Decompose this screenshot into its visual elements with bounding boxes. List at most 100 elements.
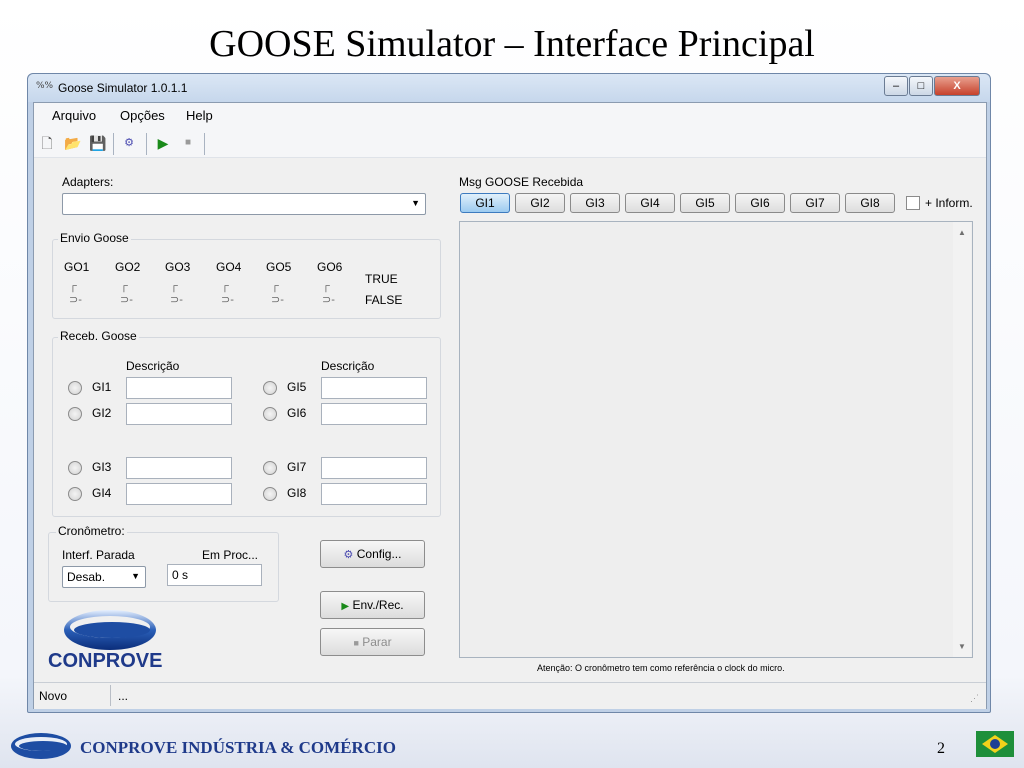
gi7-description-input[interactable] [321, 457, 427, 479]
gi1-indicator [68, 381, 82, 395]
adapters-label: Adapters: [62, 175, 114, 189]
scroll-up-icon[interactable]: ▲ [958, 228, 966, 237]
menu-help[interactable]: Help [186, 108, 213, 123]
tab-gi8[interactable]: GI8 [845, 193, 895, 213]
msg-scrollbar[interactable]: ▲ ▼ [953, 222, 971, 657]
gi5-label: GI5 [287, 380, 307, 394]
maximize-button[interactable]: □ [909, 76, 933, 96]
tab-gi4[interactable]: GI4 [625, 193, 675, 213]
slide-title: GOOSE Simulator – Interface Principal [209, 23, 815, 65]
stop-icon: ■ [353, 638, 359, 648]
minimize-button[interactable]: – [884, 76, 908, 96]
gi1-description-input[interactable] [126, 377, 232, 399]
tab-gi6[interactable]: GI6 [735, 193, 785, 213]
play-icon[interactable]: ▶ [154, 134, 172, 152]
go5-label: GO5 [266, 260, 292, 274]
gi3-description-input[interactable] [126, 457, 232, 479]
go6-toggle[interactable]: ┌ ⊃- [322, 279, 342, 306]
menu-opcoes[interactable]: Opções [120, 108, 165, 123]
gi2-indicator [68, 407, 82, 421]
descricao-header-left: Descrição [126, 359, 180, 373]
go2-label: GO2 [115, 260, 141, 274]
gi8-indicator [263, 487, 277, 501]
go1-toggle[interactable]: ┌ ⊃- [69, 279, 89, 306]
parar-button[interactable]: ■ Parar [320, 628, 425, 656]
em-proc-label: Em Proc... [202, 548, 259, 562]
go4-toggle[interactable]: ┌ ⊃- [221, 279, 241, 306]
true-label: TRUE [365, 272, 398, 286]
gi2-label: GI2 [92, 406, 112, 420]
gi6-indicator [263, 407, 277, 421]
msg-content-area[interactable]: ▲ ▼ [459, 221, 973, 658]
go3-toggle[interactable]: ┌ ⊃- [170, 279, 190, 306]
toolbar-separator [204, 133, 205, 155]
stop-icon[interactable]: ■ [179, 134, 197, 152]
menu-arquivo[interactable]: Arquivo [52, 108, 96, 123]
em-proc-field: 0 s [167, 564, 262, 586]
gi3-indicator [68, 461, 82, 475]
status-divider [110, 685, 111, 706]
close-button[interactable]: X [934, 76, 980, 96]
tab-gi7[interactable]: GI7 [790, 193, 840, 213]
gi4-indicator [68, 487, 82, 501]
cronometro-title: Cronômetro: [56, 524, 127, 538]
save-icon[interactable]: 💾 [89, 134, 107, 152]
network-icon[interactable]: ⚙ [120, 134, 138, 152]
footer-logo-graphic [11, 733, 71, 759]
go4-label: GO4 [216, 260, 242, 274]
gi6-label: GI6 [287, 406, 307, 420]
status-left: Novo [39, 689, 68, 703]
window-title: Goose Simulator 1.0.1.1 [58, 81, 188, 95]
client-area: Arquivo Opções Help 🗋 📂 💾 ⚙ ▶ ■ Adapters… [33, 102, 987, 709]
toolbar-separator [146, 133, 147, 155]
more-info-label: + Inform. [925, 196, 973, 210]
adapters-dropdown[interactable]: ▼ [62, 193, 426, 215]
gi2-description-input[interactable] [126, 403, 232, 425]
resize-grip-icon[interactable]: ⋰ [970, 693, 979, 704]
chronometer-note: Atenção: O cronômetro tem como referênci… [537, 663, 785, 673]
gi6-description-input[interactable] [321, 403, 427, 425]
status-bar: Novo ... ⋰ [34, 682, 986, 709]
go3-label: GO3 [165, 260, 191, 274]
chevron-down-icon: ▼ [131, 571, 140, 581]
interf-parada-label: Interf. Parada [62, 548, 135, 562]
gi7-indicator [263, 461, 277, 475]
gi8-description-input[interactable] [321, 483, 427, 505]
new-file-icon[interactable]: 🗋 [38, 134, 56, 152]
footer-company: CONPROVE INDÚSTRIA & COMÉRCIO [80, 738, 396, 757]
gi7-label: GI7 [287, 460, 307, 474]
msg-tabs: GI1 GI2 GI3 GI4 GI5 GI6 GI7 GI8 + Inform… [460, 193, 980, 213]
descricao-header-right: Descrição [321, 359, 375, 373]
gi5-indicator [263, 381, 277, 395]
env-rec-button[interactable]: ▶ Env./Rec. [320, 591, 425, 619]
status-right: ... [118, 689, 129, 703]
more-info-checkbox[interactable] [906, 196, 920, 210]
interf-parada-dropdown[interactable]: Desab. ▼ [62, 566, 146, 588]
menu-bar: Arquivo Opções Help [34, 103, 986, 129]
scroll-down-icon[interactable]: ▼ [958, 642, 966, 651]
title-bar[interactable]: %% Goose Simulator 1.0.1.1 – □ X [28, 74, 990, 102]
play-icon: ▶ [341, 601, 350, 612]
tab-gi2[interactable]: GI2 [515, 193, 565, 213]
gi4-description-input[interactable] [126, 483, 232, 505]
go5-toggle[interactable]: ┌ ⊃- [271, 279, 291, 306]
conprove-logo-graphic [64, 610, 156, 650]
toolbar-separator [113, 133, 114, 155]
config-button[interactable]: ⚙ Config... [320, 540, 425, 568]
interf-parada-value: Desab. [67, 570, 106, 584]
go6-label: GO6 [317, 260, 343, 274]
false-label: FALSE [365, 293, 403, 307]
envio-goose-title: Envio Goose [58, 231, 131, 245]
chevron-down-icon: ▼ [411, 198, 420, 208]
gi5-description-input[interactable] [321, 377, 427, 399]
go2-toggle[interactable]: ┌ ⊃- [120, 279, 140, 306]
tab-gi3[interactable]: GI3 [570, 193, 620, 213]
logo-text: CONPROVE [48, 650, 163, 672]
tab-gi1[interactable]: GI1 [460, 193, 510, 213]
gi4-label: GI4 [92, 486, 112, 500]
toolbar: 🗋 📂 💾 ⚙ ▶ ■ [34, 129, 986, 158]
tab-gi5[interactable]: GI5 [680, 193, 730, 213]
gi1-label: GI1 [92, 380, 112, 394]
open-folder-icon[interactable]: 📂 [64, 134, 82, 152]
brazil-flag-icon [976, 731, 1014, 757]
